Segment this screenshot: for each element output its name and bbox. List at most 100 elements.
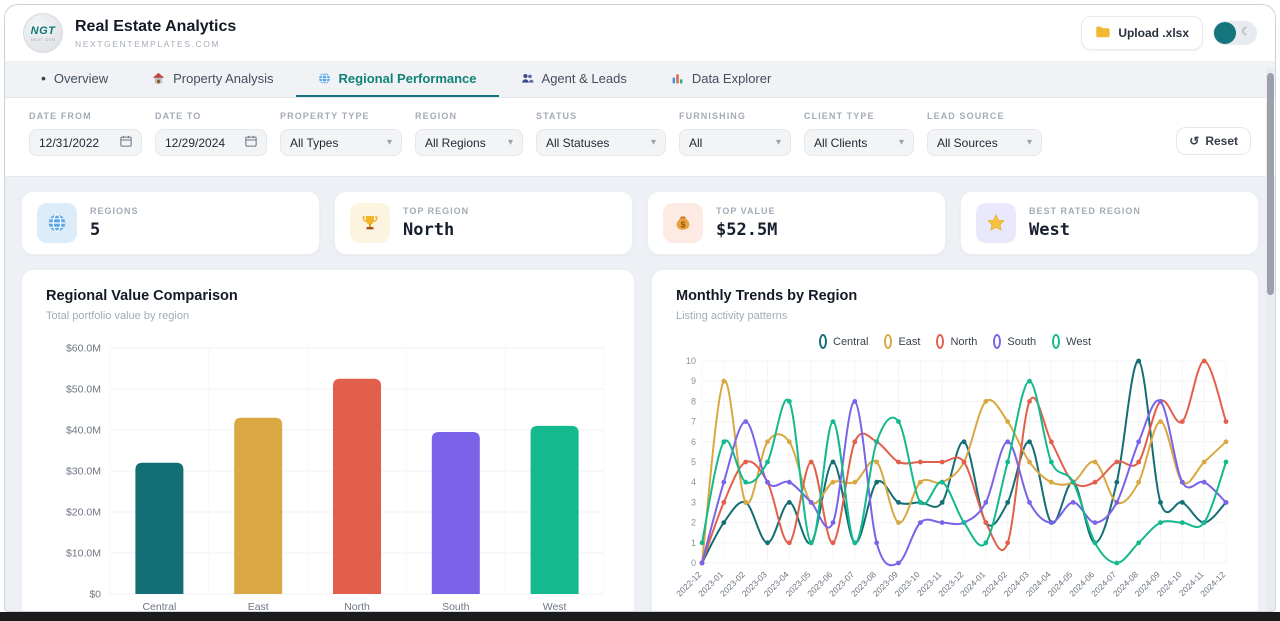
bar-north[interactable]: [333, 379, 381, 594]
data-point-south[interactable]: [1049, 520, 1054, 525]
data-point-east[interactable]: [1093, 460, 1098, 465]
data-point-west[interactable]: [1049, 460, 1054, 465]
upload-xlsx-button[interactable]: Upload .xlsx: [1081, 16, 1203, 50]
data-point-south[interactable]: [721, 480, 726, 485]
data-point-north[interactable]: [1027, 399, 1032, 404]
select-client-type[interactable]: All Clients▾: [804, 129, 914, 156]
select-furnishing[interactable]: All▾: [679, 129, 791, 156]
data-point-north[interactable]: [743, 460, 748, 465]
data-point-south[interactable]: [983, 500, 988, 505]
data-point-south[interactable]: [1202, 480, 1207, 485]
scrollbar-thumb[interactable]: [1267, 73, 1274, 295]
data-point-east[interactable]: [1005, 419, 1010, 424]
data-point-east[interactable]: [787, 439, 792, 444]
monthly-trends-line-chart[interactable]: 0123456789102022-122023-012023-022023-03…: [676, 351, 1234, 611]
data-point-west[interactable]: [1202, 520, 1207, 525]
data-point-south[interactable]: [1114, 500, 1119, 505]
scrollbar-track[interactable]: [1266, 67, 1274, 611]
data-point-west[interactable]: [787, 399, 792, 404]
data-point-east[interactable]: [1049, 480, 1054, 485]
tab-agent-leads[interactable]: Agent & Leads: [499, 61, 649, 97]
legend-item-west[interactable]: West: [1052, 334, 1091, 349]
data-point-south[interactable]: [1093, 520, 1098, 525]
data-point-west[interactable]: [1158, 520, 1163, 525]
data-point-central[interactable]: [831, 460, 836, 465]
data-point-south[interactable]: [1005, 439, 1010, 444]
data-point-west[interactable]: [700, 540, 705, 545]
data-point-west[interactable]: [940, 480, 945, 485]
data-point-west[interactable]: [765, 460, 770, 465]
data-point-north[interactable]: [809, 460, 814, 465]
data-point-north[interactable]: [721, 500, 726, 505]
legend-item-east[interactable]: East: [884, 334, 920, 349]
data-point-central[interactable]: [1158, 500, 1163, 505]
data-point-north[interactable]: [831, 540, 836, 545]
data-point-east[interactable]: [918, 480, 923, 485]
data-point-east[interactable]: [765, 439, 770, 444]
data-point-south[interactable]: [874, 540, 879, 545]
data-point-north[interactable]: [787, 540, 792, 545]
legend-item-central[interactable]: Central: [819, 334, 868, 349]
data-point-south[interactable]: [831, 520, 836, 525]
data-point-east[interactable]: [1027, 460, 1032, 465]
theme-toggle[interactable]: ☾: [1213, 21, 1257, 45]
data-point-west[interactable]: [831, 419, 836, 424]
data-point-central[interactable]: [874, 480, 879, 485]
data-point-north[interactable]: [940, 460, 945, 465]
select-lead-source[interactable]: All Sources▾: [927, 129, 1042, 156]
data-point-west[interactable]: [809, 540, 814, 545]
data-point-west[interactable]: [1224, 460, 1229, 465]
tab-data-explorer[interactable]: Data Explorer: [649, 61, 793, 97]
data-point-west[interactable]: [983, 540, 988, 545]
data-point-central[interactable]: [896, 500, 901, 505]
data-point-north[interactable]: [962, 460, 967, 465]
data-point-west[interactable]: [1114, 561, 1119, 566]
regional-value-bar-chart[interactable]: $0$10.0M$20.0M$30.0M$40.0M$50.0M$60.0MCe…: [46, 336, 612, 611]
data-point-central[interactable]: [765, 540, 770, 545]
reset-filters-button[interactable]: ↺Reset: [1176, 127, 1251, 155]
data-point-west[interactable]: [874, 439, 879, 444]
data-point-south[interactable]: [1158, 399, 1163, 404]
data-point-east[interactable]: [983, 399, 988, 404]
bar-west[interactable]: [531, 426, 579, 594]
data-point-central[interactable]: [1180, 500, 1185, 505]
data-point-north[interactable]: [983, 520, 988, 525]
data-point-west[interactable]: [1071, 480, 1076, 485]
data-point-south[interactable]: [700, 561, 705, 566]
data-point-south[interactable]: [1071, 500, 1076, 505]
tab-regional-performance[interactable]: Regional Performance: [296, 61, 499, 97]
data-point-east[interactable]: [874, 460, 879, 465]
data-point-east[interactable]: [1202, 460, 1207, 465]
data-point-north[interactable]: [1136, 460, 1141, 465]
data-point-central[interactable]: [1027, 439, 1032, 444]
data-point-north[interactable]: [1180, 419, 1185, 424]
data-point-north[interactable]: [852, 439, 857, 444]
data-point-central[interactable]: [1005, 500, 1010, 505]
data-point-north[interactable]: [1114, 460, 1119, 465]
data-point-east[interactable]: [852, 480, 857, 485]
bar-east[interactable]: [234, 418, 282, 594]
data-point-north[interactable]: [1224, 419, 1229, 424]
data-point-east[interactable]: [743, 500, 748, 505]
data-point-west[interactable]: [962, 520, 967, 525]
data-point-south[interactable]: [918, 520, 923, 525]
data-point-central[interactable]: [787, 500, 792, 505]
data-point-west[interactable]: [1005, 460, 1010, 465]
data-point-south[interactable]: [852, 399, 857, 404]
data-point-south[interactable]: [809, 500, 814, 505]
data-point-east[interactable]: [831, 480, 836, 485]
data-point-north[interactable]: [1005, 540, 1010, 545]
data-point-central[interactable]: [1114, 480, 1119, 485]
legend-item-north[interactable]: North: [936, 334, 977, 349]
data-point-central[interactable]: [721, 520, 726, 525]
tab-overview[interactable]: •Overview: [19, 61, 130, 97]
data-point-east[interactable]: [896, 520, 901, 525]
data-point-west[interactable]: [918, 500, 923, 505]
data-point-west[interactable]: [1136, 540, 1141, 545]
data-point-south[interactable]: [896, 561, 901, 566]
data-point-west[interactable]: [896, 419, 901, 424]
legend-item-south[interactable]: South: [993, 334, 1036, 349]
tab-property-analysis[interactable]: Property Analysis: [130, 61, 295, 97]
data-point-central[interactable]: [962, 439, 967, 444]
data-point-south[interactable]: [940, 520, 945, 525]
